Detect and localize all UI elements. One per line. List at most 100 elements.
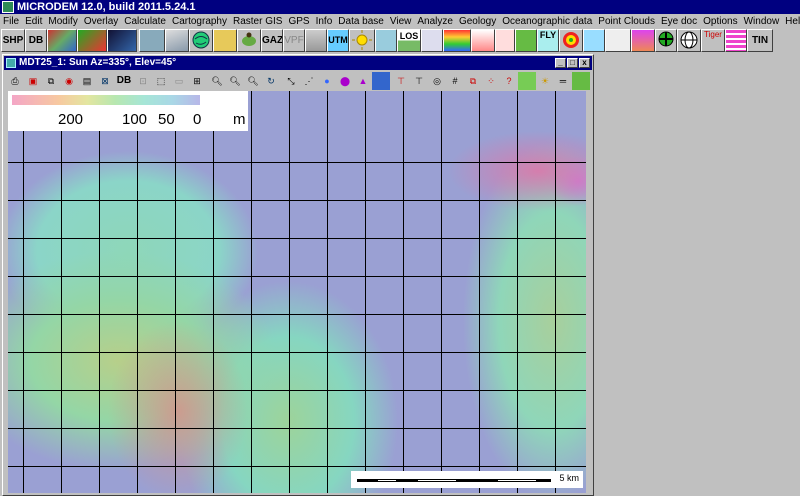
scale-segment <box>497 479 537 482</box>
cube-icon[interactable] <box>139 29 165 52</box>
menu-raster-gis[interactable]: Raster GIS <box>230 15 285 28</box>
app-icon[interactable] <box>2 1 14 13</box>
drape-icon[interactable] <box>631 29 655 52</box>
3d-view-icon[interactable] <box>372 72 390 90</box>
database-button[interactable]: DB <box>25 29 47 52</box>
world-map-icon[interactable] <box>213 29 237 52</box>
zoom-icon[interactable]: 🔍︎ <box>244 72 262 90</box>
zoom-fit-icon[interactable]: ⊞ <box>188 72 206 90</box>
redraw-icon[interactable]: ↻ <box>262 72 280 90</box>
menu-gps[interactable]: GPS <box>285 15 312 28</box>
menu-window[interactable]: Window <box>741 15 783 28</box>
satellite-button[interactable] <box>107 29 137 52</box>
circle-target-icon[interactable]: ◎ <box>428 72 446 90</box>
overlay-icon[interactable]: ◉ <box>60 72 78 90</box>
menu-edit[interactable]: Edit <box>22 15 45 28</box>
line-of-sight-button[interactable]: LOS <box>397 29 421 52</box>
menu-file[interactable]: File <box>0 15 22 28</box>
menu-modify[interactable]: Modify <box>45 15 80 28</box>
grid-line <box>517 91 518 493</box>
scale-icon[interactable]: ═ <box>554 72 572 90</box>
menu-help[interactable]: Help <box>782 15 800 28</box>
shapefile-button[interactable]: SHP <box>1 29 25 52</box>
fly-through-button[interactable]: FLY <box>537 29 559 52</box>
close-button[interactable]: x <box>579 58 590 68</box>
terrain-icon[interactable] <box>495 29 515 52</box>
zoom-out-icon[interactable]: 🔍︎ <box>226 72 244 90</box>
target-icon[interactable] <box>559 29 583 52</box>
texture-icon[interactable] <box>572 72 590 90</box>
scale-segment <box>377 479 397 482</box>
menu-view[interactable]: View <box>387 15 415 28</box>
profile-icon[interactable] <box>421 29 443 52</box>
map-canvas[interactable]: 200 100 50 0 m 5 km <box>8 91 586 493</box>
globe-icon[interactable] <box>189 29 213 52</box>
menu-analyze[interactable]: Analyze <box>414 15 456 28</box>
crosshair-icon[interactable] <box>655 29 677 52</box>
gazetteer-button[interactable]: GAZ <box>261 29 283 52</box>
gps-icon[interactable] <box>518 72 536 90</box>
zoom-in-icon[interactable]: 🔍︎ <box>208 72 226 90</box>
minimize-button[interactable]: _ <box>555 58 566 68</box>
menu-cartography[interactable]: Cartography <box>169 15 230 28</box>
contour-icon[interactable] <box>443 29 471 52</box>
slope-icon[interactable] <box>471 29 495 52</box>
save-map-icon[interactable]: ▣ <box>24 72 42 90</box>
utm-button[interactable]: UTM <box>327 29 349 52</box>
tiger-button[interactable]: Tiger <box>701 29 725 52</box>
tin-button[interactable]: TIN <box>747 29 773 52</box>
route-icon[interactable]: ⋰ <box>300 72 318 90</box>
menu-options[interactable]: Options <box>700 15 740 28</box>
cut-icon[interactable] <box>305 29 327 52</box>
menu-calculate[interactable]: Calculate <box>121 15 169 28</box>
mdi-background <box>596 54 800 496</box>
pyramid-icon[interactable]: ▲ <box>354 72 372 90</box>
map-window-icon[interactable] <box>6 58 16 68</box>
vpf-button[interactable]: VPF <box>283 29 305 52</box>
turtle-icon[interactable] <box>237 29 261 52</box>
color-dots-icon[interactable]: ⁘ <box>482 72 500 90</box>
subset-icon[interactable]: ⊡ <box>134 72 152 90</box>
line-tool-icon[interactable] <box>165 29 189 52</box>
shade-icon[interactable] <box>375 29 397 52</box>
menu-info[interactable]: Info <box>313 15 336 28</box>
app-title: MICRODEM 12.0, build 2011.5.24.1 <box>17 1 196 13</box>
grid-icon[interactable]: # <box>446 72 464 90</box>
horizon-icon[interactable]: ⊤ <box>410 72 428 90</box>
restore-button[interactable]: □ <box>567 58 578 68</box>
menu-eye-doc[interactable]: Eye doc <box>658 15 700 28</box>
scale-segment <box>357 479 377 482</box>
measure-distance-icon[interactable]: ⤡ <box>282 72 300 90</box>
menu-point-clouds[interactable]: Point Clouds <box>595 15 658 28</box>
legend-icon[interactable]: ▤ <box>78 72 96 90</box>
map-window[interactable]: MDT25_1: Sun Az=335°, Elev=45° _ □ x ⎙ ▣… <box>2 54 594 496</box>
lens-icon[interactable] <box>605 29 631 52</box>
fly-3d-button[interactable] <box>583 29 605 52</box>
map-window-title-bar[interactable]: MDT25_1: Sun Az=335°, Elev=45° _ □ x <box>4 56 592 70</box>
sun-icon[interactable] <box>349 29 375 52</box>
cross-section-icon[interactable]: ⊤ <box>392 72 410 90</box>
grid-line <box>8 238 586 239</box>
menu-oceanographic-data[interactable]: Oceanographic data <box>499 15 595 28</box>
copy-icon[interactable]: ⧉ <box>42 72 60 90</box>
open-image-button[interactable] <box>47 29 77 52</box>
menu-database[interactable]: Data base <box>335 15 387 28</box>
dem-button[interactable] <box>77 29 107 52</box>
graticule-globe-icon[interactable] <box>677 29 701 52</box>
purple-blob-icon[interactable]: ⬤ <box>336 72 354 90</box>
menu-geology[interactable]: Geology <box>456 15 499 28</box>
house-icon[interactable] <box>515 29 537 52</box>
graph-icon[interactable]: ⊠ <box>96 72 114 90</box>
sun-light-icon[interactable]: ☀ <box>536 72 554 90</box>
menu-overlay[interactable]: Overlay <box>81 15 121 28</box>
help-query-icon[interactable]: ? <box>500 72 518 90</box>
layers-icon[interactable]: ⧉ <box>464 72 482 90</box>
blue-marker-icon[interactable]: ● <box>318 72 336 90</box>
grid-pattern-icon[interactable] <box>725 29 747 52</box>
map-database-button[interactable]: DB <box>114 72 134 90</box>
rectangle-icon[interactable]: ▭ <box>170 72 188 90</box>
select-area-icon[interactable]: ⬚ <box>152 72 170 90</box>
scale-bar-label: 5 km <box>559 473 579 483</box>
print-icon[interactable]: ⎙ <box>6 72 24 90</box>
legend-label-200: 200 <box>58 111 84 128</box>
